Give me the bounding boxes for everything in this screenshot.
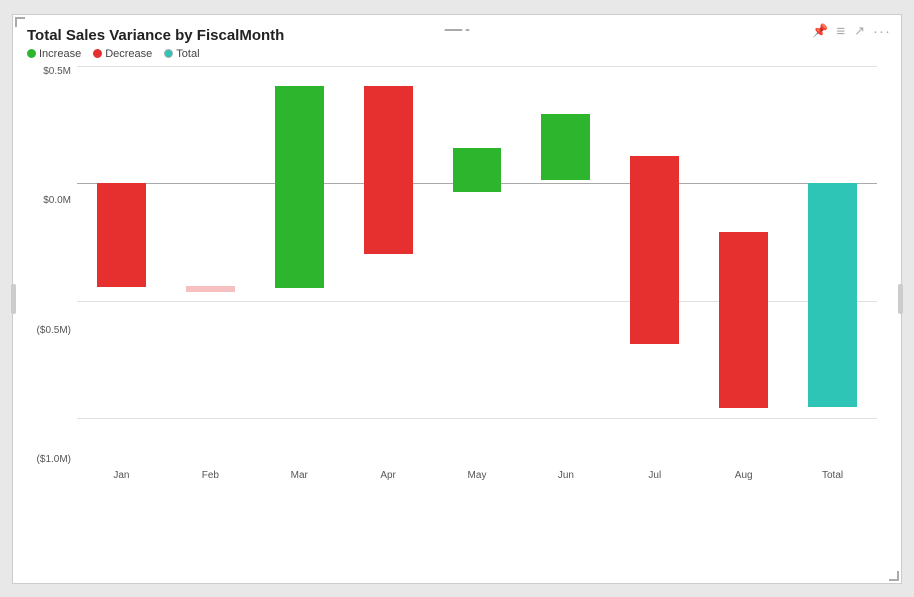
drag-indicator <box>445 29 470 31</box>
drag-handle-left[interactable] <box>11 284 16 314</box>
x-label-jul: Jul <box>610 470 699 481</box>
filter-icon[interactable]: ≡ <box>836 23 846 40</box>
chart-card: 📌 ≡ ↗ ··· Total Sales Variance by Fiscal… <box>12 14 902 584</box>
bar-group-may <box>433 66 522 466</box>
drag-handle-right[interactable] <box>898 284 903 314</box>
bar-group-apr <box>344 66 433 466</box>
y-label-1: $0.0M <box>43 195 71 206</box>
bar-total <box>808 183 857 407</box>
bar-aug <box>719 232 768 408</box>
legend-total: Total <box>164 48 199 60</box>
bar-jan <box>97 183 146 287</box>
card-toolbar: 📌 ≡ ↗ ··· <box>812 23 891 40</box>
more-icon[interactable]: ··· <box>873 23 891 40</box>
x-axis: Jan Feb Mar Apr May Jun Jul Aug Total <box>77 466 877 496</box>
y-label-0: $0.5M <box>43 66 71 77</box>
legend-label-total: Total <box>176 48 199 60</box>
legend-label-increase: Increase <box>39 48 81 60</box>
bar-apr <box>364 86 413 254</box>
x-label-jan: Jan <box>77 470 166 481</box>
y-label-2: ($0.5M) <box>37 325 71 336</box>
x-label-aug: Aug <box>699 470 788 481</box>
y-axis: $0.5M $0.0M ($0.5M) ($1.0M) <box>27 66 77 466</box>
resize-corner-br[interactable] <box>889 571 899 581</box>
expand-icon[interactable]: ↗ <box>854 23 865 39</box>
x-label-jun: Jun <box>521 470 610 481</box>
bar-may <box>453 148 502 192</box>
legend-dot-decrease <box>93 49 102 58</box>
bar-group-total <box>788 66 877 466</box>
bar-group-jan <box>77 66 166 466</box>
bars-container <box>77 66 877 466</box>
resize-corner-tl[interactable] <box>15 17 25 27</box>
legend-dot-increase <box>27 49 36 58</box>
legend-decrease: Decrease <box>93 48 152 60</box>
x-label-feb: Feb <box>166 470 255 481</box>
bar-group-mar <box>255 66 344 466</box>
bar-jun <box>541 114 590 180</box>
chart-area: $0.5M $0.0M ($0.5M) ($1.0M) <box>27 66 887 496</box>
bar-feb <box>186 286 235 292</box>
bar-group-feb <box>166 66 255 466</box>
bar-mar <box>275 86 324 288</box>
bar-group-aug <box>699 66 788 466</box>
legend-increase: Increase <box>27 48 81 60</box>
x-label-total: Total <box>788 470 877 481</box>
x-label-mar: Mar <box>255 470 344 481</box>
x-label-apr: Apr <box>344 470 433 481</box>
x-label-may: May <box>433 470 522 481</box>
y-label-3: ($1.0M) <box>37 454 71 465</box>
legend-label-decrease: Decrease <box>105 48 152 60</box>
bar-jul <box>630 156 679 344</box>
pin-icon[interactable]: 📌 <box>812 23 828 39</box>
bar-group-jul <box>610 66 699 466</box>
bar-group-jun <box>521 66 610 466</box>
legend-dot-total <box>164 49 173 58</box>
chart-legend: Increase Decrease Total <box>27 48 887 60</box>
